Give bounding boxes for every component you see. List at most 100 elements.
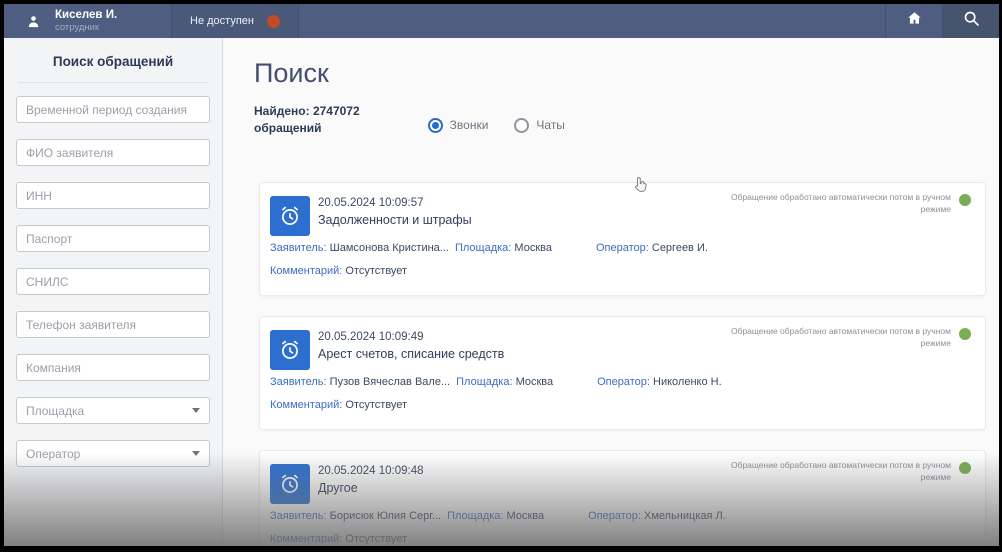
status-green-dot-icon — [959, 328, 971, 340]
comment-field: Комментарий: Отсутствует — [270, 533, 985, 545]
operator-field: Оператор: Сергеев И. — [596, 242, 985, 254]
availability-status[interactable]: Не доступен — [171, 4, 299, 38]
search-sidebar: Поиск обращений Площадка Оператор — [4, 38, 223, 546]
site-select-placeholder: Площадка — [26, 403, 85, 418]
site-label: Площадка: — [456, 376, 513, 388]
radio-unselected-icon — [514, 117, 530, 133]
search-icon — [962, 9, 981, 33]
user-role: сотрудник — [55, 22, 100, 34]
applicant-label: Заявитель: — [270, 376, 327, 388]
site-label: Площадка: — [447, 510, 504, 522]
field-site-select[interactable]: Площадка — [16, 397, 210, 424]
found-counter: Найдено: 2747072 обращений — [254, 103, 360, 137]
call-alarm-icon — [270, 196, 310, 236]
operator-value: Николенко Н. — [653, 376, 722, 388]
sidebar-title: Поиск обращений — [52, 54, 174, 69]
field-period-input[interactable] — [16, 96, 210, 123]
operator-label: Оператор: — [597, 376, 650, 388]
radio-calls[interactable]: Звонки — [427, 117, 489, 133]
applicant-field: Заявитель: Шамсонова Кристина... — [270, 242, 455, 254]
main-content: Поиск Найдено: 2747072 обращений Звонки … — [224, 38, 999, 546]
result-type-switch: Звонки Чаты — [427, 113, 565, 137]
user-name: Киселев И. — [55, 8, 118, 21]
applicant-value: Шамсонова Кристина... — [329, 242, 449, 254]
site-label: Площадка: — [454, 242, 512, 254]
found-count: 2747072 — [312, 104, 360, 118]
call-alarm-icon — [270, 464, 310, 504]
field-company-input[interactable] — [16, 354, 210, 381]
sidebar-divider — [18, 82, 208, 83]
field-operator-select[interactable]: Оператор — [16, 440, 210, 467]
site-field: Площадка: Москва — [447, 510, 588, 522]
field-snils-input[interactable] — [16, 268, 210, 295]
found-label: Найдено: — [254, 104, 310, 118]
applicant-field: Заявитель: Борисюк Юлия Серг... — [270, 510, 447, 522]
operator-label: Оператор: — [588, 510, 641, 522]
applicant-value: Пузов Вячеслав Вале... — [329, 376, 451, 388]
chevron-down-icon — [192, 451, 200, 456]
request-card[interactable]: 20.05.2024 10:09:57 Задолженности и штра… — [259, 182, 986, 296]
search-filters: Площадка Оператор — [4, 96, 222, 467]
card-status: Обращение обработано автоматически потом… — [723, 460, 971, 484]
chevron-down-icon — [192, 408, 200, 413]
user-icon — [26, 14, 41, 29]
request-card[interactable]: 20.05.2024 10:09:49 Арест счетов, списан… — [259, 316, 986, 430]
results-list: 20.05.2024 10:09:57 Задолженности и штра… — [259, 182, 986, 546]
radio-selected-icon — [427, 117, 443, 133]
site-field: Площадка: Москва — [456, 376, 597, 388]
status-green-dot-icon — [959, 462, 971, 474]
card-status: Обращение обработано автоматически потом… — [723, 326, 971, 350]
operator-label: Оператор: — [595, 242, 649, 254]
request-card[interactable]: 20.05.2024 10:09:48 Другое Обращение обр… — [259, 450, 986, 546]
status-text: Обращение обработано автоматически потом… — [730, 460, 951, 482]
radio-chats[interactable]: Чаты — [514, 117, 565, 133]
app-frame: Киселев И. сотрудник Не доступен Поиск о… — [4, 4, 999, 546]
page-title: Поиск — [254, 58, 329, 88]
found-word: обращений — [254, 121, 322, 135]
status-text: Обращение обработано автоматически потом… — [730, 192, 951, 214]
busy-dot-icon — [266, 14, 280, 28]
header-spacer — [299, 4, 885, 38]
site-value: Москва — [506, 510, 545, 522]
status-green-dot-icon — [959, 194, 971, 206]
applicant-field: Заявитель: Пузов Вячеслав Вале... — [270, 376, 456, 388]
global-search-button[interactable] — [942, 4, 999, 38]
home-button[interactable] — [885, 4, 942, 38]
field-inn-input[interactable] — [16, 182, 210, 209]
field-phone-input[interactable] — [16, 311, 210, 338]
comment-value: Отсутствует — [345, 399, 408, 411]
card-meta-row: Заявитель: Пузов Вячеслав Вале... Площад… — [270, 376, 985, 388]
status-text: Обращение обработано автоматически потом… — [730, 326, 951, 348]
radio-calls-label: Звонки — [449, 118, 489, 132]
comment-field: Комментарий: Отсутствует — [270, 399, 985, 411]
operator-field: Оператор: Николенко Н. — [597, 376, 985, 388]
comment-label: Комментарий: — [270, 533, 343, 545]
app-window: Киселев И. сотрудник Не доступен Поиск о… — [0, 0, 1002, 552]
site-value: Москва — [514, 242, 552, 254]
results-summary-row: Найдено: 2747072 обращений Звонки Чаты — [254, 103, 999, 137]
applicant-label: Заявитель: — [270, 242, 327, 254]
operator-select-placeholder: Оператор — [26, 446, 81, 461]
card-meta-row: Заявитель: Борисюк Юлия Серг... Площадка… — [270, 510, 985, 522]
comment-label: Комментарий: — [270, 265, 343, 277]
card-meta-row: Заявитель: Шамсонова Кристина... Площадк… — [270, 242, 985, 254]
availability-label: Не доступен — [190, 15, 254, 27]
field-passport-input[interactable] — [16, 225, 210, 252]
operator-field: Оператор: Хмельницкая Л. — [588, 510, 985, 522]
top-bar: Киселев И. сотрудник Не доступен — [4, 4, 999, 38]
applicant-label: Заявитель: — [270, 510, 327, 522]
field-fio-input[interactable] — [16, 139, 210, 166]
card-status: Обращение обработано автоматически потом… — [723, 192, 971, 216]
radio-chats-label: Чаты — [536, 118, 565, 132]
comment-label: Комментарий: — [270, 399, 343, 411]
operator-value: Сергеев И. — [651, 242, 708, 254]
applicant-value: Борисюк Юлия Серг... — [329, 510, 442, 522]
site-value: Москва — [515, 376, 554, 388]
comment-field: Комментарий: Отсутствует — [270, 265, 985, 277]
comment-value: Отсутствует — [345, 533, 408, 545]
user-menu[interactable]: Киселев И. сотрудник — [4, 4, 171, 38]
comment-value: Отсутствует — [345, 265, 408, 277]
operator-value: Хмельницкая Л. — [644, 510, 726, 522]
call-alarm-icon — [270, 330, 310, 370]
home-icon — [906, 10, 923, 32]
